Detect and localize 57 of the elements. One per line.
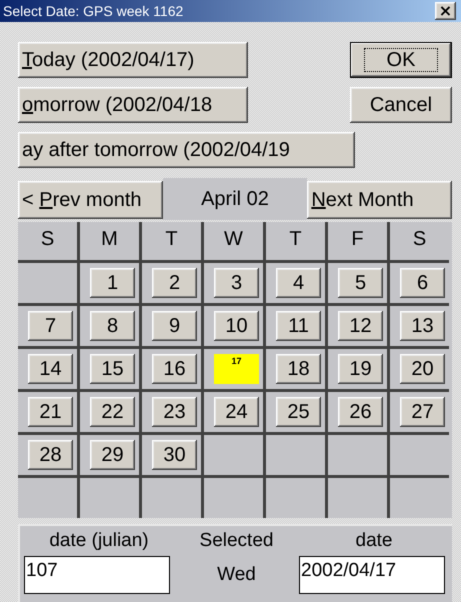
prev-month-button[interactable]: < Prev month <box>18 181 163 219</box>
day-button[interactable]: 19 <box>338 354 383 384</box>
day-button[interactable]: 11 <box>276 311 321 341</box>
window-title: Select Date: GPS week 1162 <box>3 3 184 19</box>
day-button[interactable]: 1 <box>90 268 135 298</box>
weekday-text: Wed <box>216 563 257 587</box>
day-button[interactable]: 27 <box>400 397 445 427</box>
day-button[interactable]: 16 <box>152 354 197 384</box>
day-button[interactable]: 24 <box>214 397 259 427</box>
empty-day-cell <box>204 435 263 475</box>
day-button[interactable]: 8 <box>90 311 135 341</box>
field-label: date (julian) <box>48 530 150 553</box>
day-button[interactable]: 28 <box>28 440 73 470</box>
date-shortcut-button[interactable]: omorrow (2002/04/18 <box>18 87 248 123</box>
weekday-header: F <box>328 222 387 260</box>
day-button[interactable]: 5 <box>338 268 383 298</box>
next-month-button[interactable]: Next Month <box>307 181 452 219</box>
day-button[interactable]: 30 <box>152 440 197 470</box>
day-button[interactable]: 4 <box>276 268 321 298</box>
close-button[interactable]: × <box>435 2 456 20</box>
weekday-header: W <box>204 222 263 260</box>
weekday-header: M <box>80 222 139 260</box>
day-button[interactable]: 10 <box>214 311 259 341</box>
date-shortcut-button[interactable]: Today (2002/04/17) <box>18 42 248 78</box>
date-shortcut-button[interactable]: ay after tomorrow (2002/04/19 <box>18 132 355 168</box>
day-button[interactable]: 23 <box>152 397 197 427</box>
empty-day-cell <box>328 435 387 475</box>
day-button[interactable]: 12 <box>338 311 383 341</box>
weekday-header: S <box>18 222 77 260</box>
selected-label: Selected <box>198 530 274 553</box>
day-button[interactable]: 7 <box>28 311 73 341</box>
day-button[interactable]: 13 <box>400 311 445 341</box>
date-field[interactable]: 2002/04/17 <box>299 556 445 594</box>
day-button[interactable]: 22 <box>90 397 135 427</box>
empty-day-cell <box>390 435 449 475</box>
julian-date-field[interactable]: 107 <box>24 556 170 594</box>
month-label: April 02 <box>162 178 308 220</box>
day-button[interactable]: 20 <box>400 354 445 384</box>
day-button[interactable]: 25 <box>276 397 321 427</box>
day-button[interactable]: 2 <box>152 268 197 298</box>
empty-day-cell <box>266 435 325 475</box>
field-label: date <box>354 530 394 553</box>
day-button[interactable]: 3 <box>214 268 259 298</box>
weekday-header: T <box>142 222 201 260</box>
day-button[interactable]: 6 <box>400 268 445 298</box>
day-button[interactable]: 14 <box>28 354 73 384</box>
weekday-header: T <box>266 222 325 260</box>
day-button[interactable]: 9 <box>152 311 197 341</box>
day-button[interactable]: 15 <box>90 354 135 384</box>
day-button[interactable]: 26 <box>338 397 383 427</box>
cancel-button[interactable]: Cancel <box>350 87 452 123</box>
day-button[interactable]: 18 <box>276 354 321 384</box>
day-button[interactable]: 21 <box>28 397 73 427</box>
weekday-header: S <box>390 222 449 260</box>
day-button[interactable]: 17 <box>214 354 259 384</box>
day-button[interactable]: 29 <box>90 440 135 470</box>
ok-button[interactable]: OK <box>350 42 452 78</box>
